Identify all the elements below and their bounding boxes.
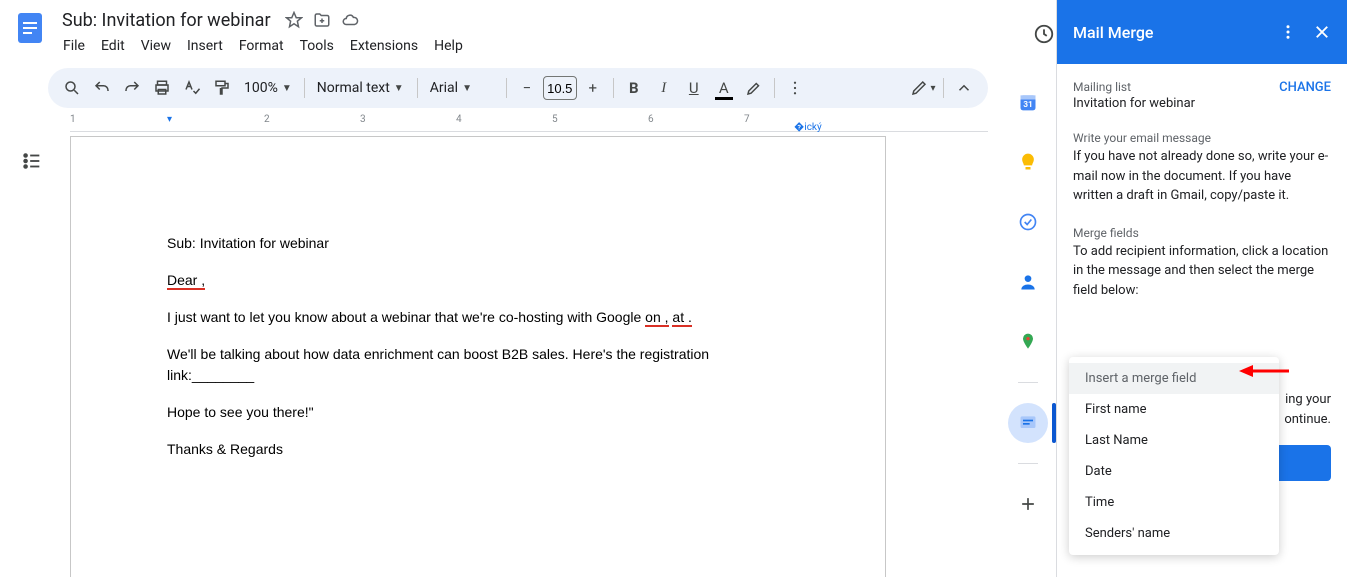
- mail-merge-addon-icon[interactable]: [1008, 403, 1048, 443]
- merge-dropdown-header[interactable]: Insert a merge field: [1069, 363, 1279, 394]
- cloud-status-icon[interactable]: [341, 11, 359, 29]
- document-title[interactable]: Sub: Invitation for webinar: [56, 8, 277, 33]
- calendar-icon[interactable]: 31: [1008, 82, 1048, 122]
- collapse-icon[interactable]: [950, 74, 978, 102]
- contacts-icon[interactable]: [1008, 262, 1048, 302]
- doc-line-thanks: Thanks & Regards: [167, 441, 283, 457]
- mail-merge-body: Mailing list Invitation for webinar CHAN…: [1057, 64, 1347, 577]
- write-message-label: Write your email message: [1073, 131, 1331, 145]
- svg-text:31: 31: [1023, 100, 1033, 110]
- ruler-num: 6: [648, 114, 654, 125]
- doc-word-dear: Dear: [167, 272, 197, 290]
- menu-bar: File Edit View Insert Format Tools Exten…: [56, 34, 1024, 58]
- doc-line-4b: ________: [192, 367, 254, 383]
- ruler-num: 1: [70, 114, 76, 125]
- menu-help[interactable]: Help: [427, 34, 470, 58]
- font-select[interactable]: Arial▼: [424, 74, 500, 102]
- indent-marker-left-icon[interactable]: ▾: [167, 114, 172, 125]
- spellcheck-icon[interactable]: [178, 74, 206, 102]
- doc-word-comma: ,: [197, 272, 205, 290]
- paragraph-style-select[interactable]: Normal text▼: [311, 74, 411, 102]
- merge-option-last-name[interactable]: Last Name: [1069, 425, 1279, 456]
- docs-logo-icon[interactable]: [12, 10, 48, 46]
- document-page[interactable]: Sub: Invitation for webinar Dear , I jus…: [70, 136, 886, 577]
- title-area: Sub: Invitation for webinar File Edit Vi…: [56, 8, 1024, 58]
- merge-field-dropdown[interactable]: Insert a merge field First name Last Nam…: [1069, 357, 1279, 555]
- outline-column: [0, 128, 70, 577]
- outline-toggle-icon[interactable]: [21, 150, 49, 178]
- menu-file[interactable]: File: [56, 34, 92, 58]
- merge-option-senders-name[interactable]: Senders' name: [1069, 518, 1279, 549]
- paint-format-icon[interactable]: [208, 74, 236, 102]
- zoom-select[interactable]: 100%▼: [238, 74, 298, 102]
- bold-button[interactable]: B: [620, 74, 648, 102]
- menu-view[interactable]: View: [134, 34, 178, 58]
- style-value: Normal text: [317, 80, 390, 96]
- fontsize-input[interactable]: [543, 76, 577, 100]
- maps-icon[interactable]: [1008, 322, 1048, 362]
- tasks-icon[interactable]: [1008, 202, 1048, 242]
- italic-button[interactable]: I: [650, 74, 678, 102]
- ruler-num: 4: [456, 114, 462, 125]
- text-color-button[interactable]: A: [710, 74, 738, 102]
- menu-edit[interactable]: Edit: [94, 34, 132, 58]
- merge-fields-text: To add recipient information, click a lo…: [1073, 242, 1331, 301]
- write-message-text: If you have not already done so, write y…: [1073, 147, 1331, 206]
- underline-button[interactable]: U: [680, 74, 708, 102]
- editing-mode-button[interactable]: ▾: [909, 74, 937, 102]
- decrease-fontsize-button[interactable]: −: [513, 74, 541, 102]
- merge-option-first-name[interactable]: First name: [1069, 394, 1279, 425]
- ruler-num: 5: [552, 114, 558, 125]
- search-icon[interactable]: [58, 74, 86, 102]
- doc-line-3a: I just want to let you know about a webi…: [167, 309, 645, 325]
- side-panel-rail: 31: [1000, 70, 1056, 524]
- mailing-list-label: Mailing list: [1073, 80, 1195, 94]
- add-addon-icon[interactable]: [1008, 484, 1048, 524]
- zoom-value: 100%: [244, 80, 278, 96]
- doc-line-hope: Hope to see you there!": [167, 404, 314, 420]
- doc-line-subject: Sub: Invitation for webinar: [167, 235, 329, 251]
- keep-icon[interactable]: [1008, 142, 1048, 182]
- merge-fields-label: Merge fields: [1073, 226, 1331, 240]
- highlight-button[interactable]: [740, 74, 768, 102]
- mail-merge-panel: Mail Merge Mailing list Invitation for w…: [1056, 0, 1347, 577]
- redo-icon[interactable]: [118, 74, 146, 102]
- menu-extensions[interactable]: Extensions: [343, 34, 425, 58]
- merge-option-time[interactable]: Time: [1069, 487, 1279, 518]
- doc-word-at: at .: [672, 309, 691, 327]
- merge-option-date[interactable]: Date: [1069, 456, 1279, 487]
- more-options-icon[interactable]: [781, 74, 809, 102]
- change-button[interactable]: CHANGE: [1279, 80, 1331, 95]
- ruler-num: 2: [264, 114, 270, 125]
- mail-merge-header: Mail Merge: [1057, 0, 1347, 64]
- panel-close-icon[interactable]: [1313, 23, 1331, 41]
- undo-icon[interactable]: [88, 74, 116, 102]
- ruler-num: 7: [744, 114, 750, 125]
- doc-word-on: on ,: [645, 309, 668, 327]
- increase-fontsize-button[interactable]: +: [579, 74, 607, 102]
- mail-merge-title: Mail Merge: [1073, 23, 1153, 42]
- menu-insert[interactable]: Insert: [180, 34, 230, 58]
- move-icon[interactable]: [313, 11, 331, 29]
- mailing-list-value: Invitation for webinar: [1073, 96, 1195, 111]
- menu-tools[interactable]: Tools: [293, 34, 341, 58]
- star-icon[interactable]: [285, 11, 303, 29]
- menu-format[interactable]: Format: [232, 34, 291, 58]
- toolbar: 100%▼ Normal text▼ Arial▼ − + B I U A ▾: [48, 68, 988, 108]
- ruler-num: 3: [360, 114, 366, 125]
- panel-more-icon[interactable]: [1279, 23, 1297, 41]
- print-icon[interactable]: [148, 74, 176, 102]
- font-value: Arial: [430, 80, 458, 96]
